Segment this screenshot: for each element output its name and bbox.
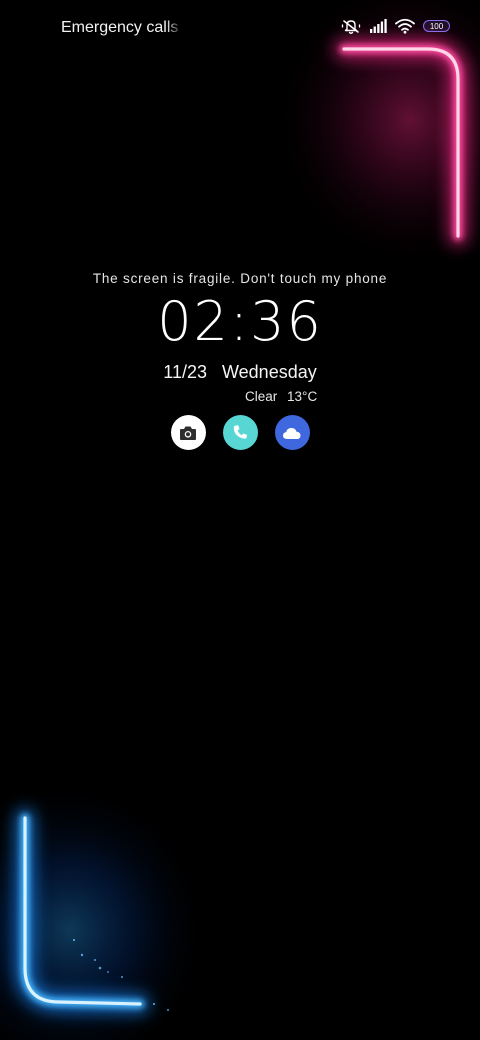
cloud-icon	[283, 427, 301, 439]
date-row: 11/23 Wednesday	[0, 362, 480, 383]
status-carrier-text: Emergency calls only	[61, 19, 183, 36]
lock-screen-motto: The screen is fragile. Don't touch my ph…	[92, 271, 388, 286]
phone-shortcut-button[interactable]	[222, 415, 258, 450]
wifi-icon	[395, 18, 415, 34]
signal-icon	[370, 19, 387, 33]
camera-icon	[180, 426, 196, 440]
lock-screen-clock: 02:36	[157, 290, 323, 353]
temperature-text: 13°C	[287, 389, 318, 404]
status-bar: Emergency calls only 100	[0, 0, 480, 56]
date-text: 11/23	[163, 362, 207, 382]
weather-shortcut-button[interactable]	[274, 415, 310, 450]
neon-pink-glow	[270, 0, 480, 270]
lock-screen-shortcuts	[0, 415, 480, 450]
battery-icon: 100	[423, 20, 450, 32]
neon-blue-glow	[0, 780, 210, 1040]
status-icons: 100	[341, 17, 450, 35]
weather-info: Clear 13°C	[245, 389, 317, 404]
camera-shortcut-button[interactable]	[170, 415, 206, 450]
vibrate-off-icon	[341, 20, 361, 34]
weekday-text: Wednesday	[222, 362, 317, 382]
weather-condition: Clear	[245, 389, 278, 404]
battery-level: 100	[429, 22, 444, 31]
phone-icon	[233, 424, 248, 439]
